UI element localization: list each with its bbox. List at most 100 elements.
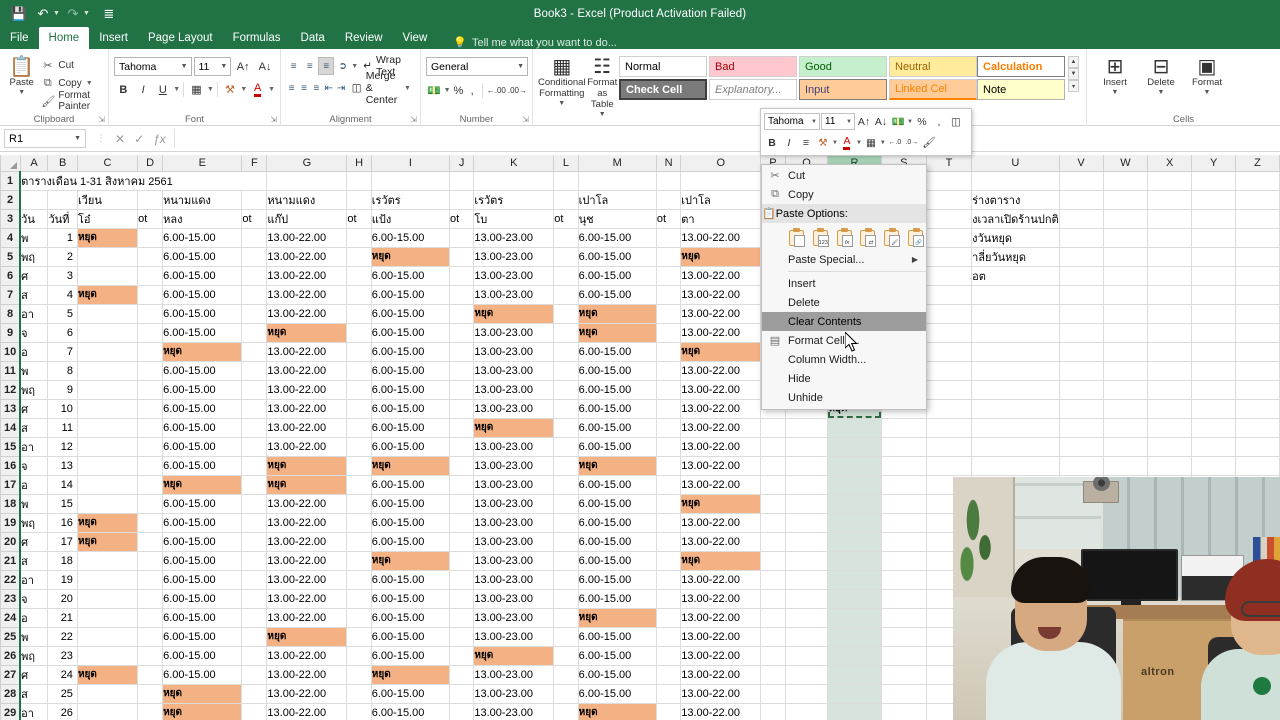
- cell-shift[interactable]: 6.00-15.00: [162, 608, 243, 628]
- grid-cell[interactable]: [346, 247, 372, 267]
- font-size-caret[interactable]: ▼: [220, 63, 227, 70]
- cell-R16[interactable]: [827, 456, 882, 476]
- grid-cell[interactable]: [1103, 323, 1149, 343]
- grid-cell[interactable]: [1103, 380, 1149, 400]
- align-bottom-icon[interactable]: ≡: [318, 57, 335, 75]
- grid-cell[interactable]: [241, 513, 268, 533]
- cell-shift[interactable]: 6.00-15.00: [371, 323, 450, 343]
- cell-date[interactable]: 4: [47, 285, 78, 305]
- grid-cell[interactable]: [449, 399, 475, 419]
- cell-shift[interactable]: 6.00-15.00: [371, 627, 450, 647]
- cell-day[interactable]: พฤ: [19, 247, 49, 267]
- grid-cell[interactable]: [656, 342, 682, 362]
- cell-U13[interactable]: [971, 399, 1060, 419]
- grid-cell[interactable]: [1191, 437, 1237, 457]
- grid-cell[interactable]: [1059, 361, 1104, 381]
- column-header-F[interactable]: F: [241, 155, 268, 172]
- paste-values-icon[interactable]: 123: [810, 226, 831, 247]
- cell-R25[interactable]: [827, 627, 882, 647]
- grid-cell[interactable]: [137, 532, 164, 552]
- grid-cell[interactable]: [449, 513, 475, 533]
- grid-cell[interactable]: โบ: [473, 209, 555, 229]
- name-box[interactable]: R1 ▼: [4, 129, 86, 148]
- cell-shift[interactable]: [77, 323, 139, 343]
- cell-shift[interactable]: 13.00-23.00: [473, 323, 555, 343]
- grid-cell[interactable]: [1235, 228, 1280, 248]
- cell-shift[interactable]: 13.00-23.00: [473, 665, 555, 685]
- grid-cell[interactable]: [346, 551, 372, 571]
- style-input[interactable]: Input: [799, 79, 887, 100]
- row-header-29[interactable]: 29: [0, 702, 21, 720]
- grid-cell[interactable]: [785, 475, 829, 495]
- cell-shift[interactable]: 6.00-15.00: [162, 304, 243, 324]
- decrease-indent-icon[interactable]: ⇤: [323, 79, 334, 97]
- cell-shift[interactable]: 13.00-23.00: [473, 456, 555, 476]
- grid-cell[interactable]: [553, 665, 579, 685]
- grid-cell[interactable]: ot: [553, 209, 579, 229]
- grid-cell[interactable]: [241, 399, 268, 419]
- column-header-D[interactable]: D: [137, 155, 164, 172]
- grid-cell[interactable]: [760, 418, 786, 438]
- grid-cell[interactable]: [241, 266, 268, 286]
- grid-cell[interactable]: [1147, 209, 1193, 229]
- cell-shift[interactable]: 13.00-22.00: [266, 228, 348, 248]
- grid-cell[interactable]: [926, 247, 973, 267]
- grid-cell[interactable]: [760, 665, 786, 685]
- grid-cell[interactable]: เรวัตร: [371, 190, 450, 210]
- row-header-18[interactable]: 18: [0, 493, 21, 514]
- cell-shift[interactable]: หยุด: [371, 551, 450, 571]
- grid-cell[interactable]: [1235, 361, 1280, 381]
- cell-shift[interactable]: 6.00-15.00: [371, 513, 450, 533]
- cell-shift[interactable]: [77, 589, 139, 609]
- font-dialog-launcher[interactable]: ⇲: [270, 115, 277, 124]
- row-header-14[interactable]: 14: [0, 417, 21, 438]
- cell-shift[interactable]: 6.00-15.00: [371, 342, 450, 362]
- cell-shift[interactable]: หยุด: [473, 304, 555, 324]
- cell-shift[interactable]: 6.00-15.00: [371, 703, 450, 720]
- column-header-A[interactable]: A: [19, 155, 49, 172]
- row-header-5[interactable]: 5: [0, 246, 21, 267]
- cell-shift[interactable]: 13.00-22.00: [266, 608, 348, 628]
- cell-shift[interactable]: 13.00-22.00: [680, 665, 762, 685]
- grid-cell[interactable]: [241, 342, 268, 362]
- grid-cell[interactable]: [881, 532, 927, 552]
- cell-shift[interactable]: 6.00-15.00: [162, 570, 243, 590]
- cell-shift[interactable]: 6.00-15.00: [578, 399, 657, 419]
- grid-cell[interactable]: [926, 285, 973, 305]
- cell-shift[interactable]: 6.00-15.00: [578, 418, 657, 438]
- cell-R24[interactable]: [827, 608, 882, 628]
- cell-R18[interactable]: [827, 494, 882, 514]
- row-header-3[interactable]: 3: [0, 208, 21, 229]
- grid-cell[interactable]: [137, 228, 164, 248]
- grid-cell[interactable]: [1103, 285, 1149, 305]
- format-painter-button[interactable]: 🖌 Format Painter: [38, 90, 103, 112]
- grid-cell[interactable]: [553, 361, 579, 381]
- cell-R20[interactable]: [827, 532, 882, 552]
- format-as-table-button[interactable]: ☷ Format as Table ▼: [586, 52, 619, 119]
- style-good[interactable]: Good: [799, 56, 887, 77]
- grid-cell[interactable]: [137, 247, 164, 267]
- grid-cell[interactable]: [881, 646, 927, 666]
- grid-cell[interactable]: [137, 494, 164, 514]
- grid-cell[interactable]: [656, 247, 682, 267]
- grid-cell[interactable]: วัน: [19, 209, 49, 229]
- grid-cell[interactable]: [137, 684, 164, 704]
- cell-shift[interactable]: [77, 703, 139, 720]
- row-header-13[interactable]: 13: [0, 398, 21, 419]
- alignment-dialog-launcher[interactable]: ⇲: [410, 115, 417, 124]
- grid-cell[interactable]: [449, 456, 475, 476]
- cell-shift[interactable]: 13.00-23.00: [473, 285, 555, 305]
- column-header-O[interactable]: O: [680, 155, 762, 172]
- cell-R21[interactable]: [827, 551, 882, 571]
- cell-shift[interactable]: 13.00-22.00: [680, 266, 762, 286]
- cell-shift[interactable]: หยุด: [77, 228, 139, 248]
- cell-shift[interactable]: [77, 361, 139, 381]
- delete-cells-button[interactable]: ⊟ Delete ▼: [1138, 52, 1184, 97]
- style-bad[interactable]: Bad: [709, 56, 797, 77]
- grid-cell[interactable]: [553, 266, 579, 286]
- fill-color-caret[interactable]: ▼: [240, 86, 247, 93]
- grid-cell[interactable]: [1147, 418, 1193, 438]
- cell-day[interactable]: พฤ: [19, 646, 49, 666]
- cell-shift[interactable]: 6.00-15.00: [578, 627, 657, 647]
- align-center-icon[interactable]: ≡: [298, 79, 309, 97]
